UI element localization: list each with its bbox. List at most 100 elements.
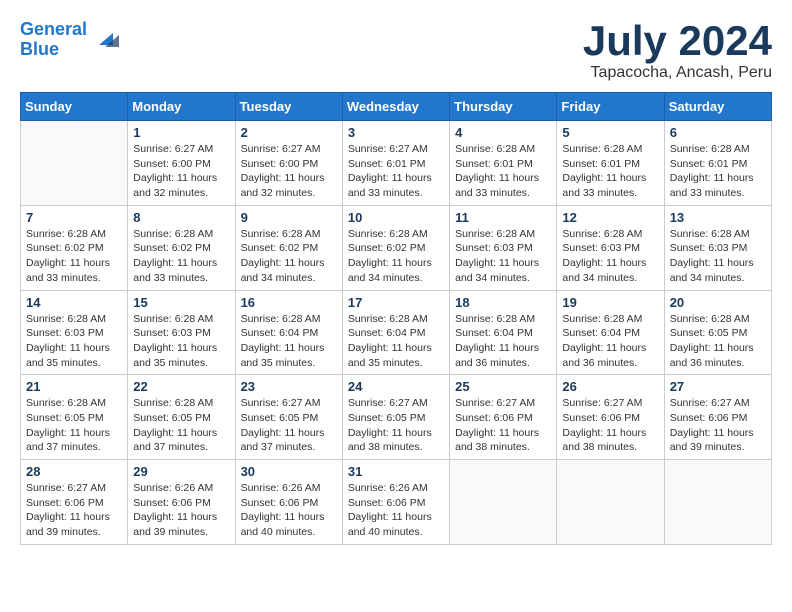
day-info: Sunrise: 6:27 AM Sunset: 6:05 PM Dayligh…: [241, 396, 337, 455]
location-subtitle: Tapacocha, Ancash, Peru: [583, 64, 772, 82]
logo: GeneralBlue: [20, 20, 121, 60]
calendar-cell: [450, 460, 557, 545]
day-number: 7: [26, 210, 122, 225]
day-info: Sunrise: 6:27 AM Sunset: 6:06 PM Dayligh…: [670, 396, 766, 455]
day-number: 10: [348, 210, 444, 225]
day-info: Sunrise: 6:27 AM Sunset: 6:06 PM Dayligh…: [455, 396, 551, 455]
day-number: 28: [26, 464, 122, 479]
day-number: 16: [241, 295, 337, 310]
day-info: Sunrise: 6:28 AM Sunset: 6:03 PM Dayligh…: [133, 312, 229, 371]
calendar-cell: [21, 121, 128, 206]
day-number: 22: [133, 379, 229, 394]
day-number: 30: [241, 464, 337, 479]
day-header-sunday: Sunday: [21, 93, 128, 121]
day-number: 4: [455, 125, 551, 140]
day-header-tuesday: Tuesday: [235, 93, 342, 121]
day-number: 29: [133, 464, 229, 479]
day-info: Sunrise: 6:27 AM Sunset: 6:00 PM Dayligh…: [241, 142, 337, 201]
calendar-cell: 24Sunrise: 6:27 AM Sunset: 6:05 PM Dayli…: [342, 375, 449, 460]
calendar-cell: 11 Sunrise: 6:28 AM Sunset: 6:03 PM Dayli…: [450, 205, 557, 290]
day-number: 12: [562, 210, 658, 225]
day-info: Sunrise: 6:28 AM Sunset: 6:04 PM Dayligh…: [455, 312, 551, 371]
day-number: 5: [562, 125, 658, 140]
calendar-cell: 7 Sunrise: 6:28 AM Sunset: 6:02 PM Daylig…: [21, 205, 128, 290]
day-number: 19: [562, 295, 658, 310]
calendar-cell: 21 Sunrise: 6:28 AM Sunset: 6:05 PM Dayli…: [21, 375, 128, 460]
calendar-cell: 3Sunrise: 6:27 AM Sunset: 6:01 PM Daylig…: [342, 121, 449, 206]
calendar-cell: 5 Sunrise: 6:28 AM Sunset: 6:01 PM Daylig…: [557, 121, 664, 206]
calendar-cell: 20Sunrise: 6:28 AM Sunset: 6:05 PM Dayli…: [664, 290, 771, 375]
day-info: Sunrise: 6:28 AM Sunset: 6:04 PM Dayligh…: [348, 312, 444, 371]
day-number: 11: [455, 210, 551, 225]
day-header-wednesday: Wednesday: [342, 93, 449, 121]
day-number: 23: [241, 379, 337, 394]
calendar-cell: 30 Sunrise: 6:26 AM Sunset: 6:06 PM Dayli…: [235, 460, 342, 545]
day-number: 2: [241, 125, 337, 140]
logo-icon: [91, 25, 121, 55]
calendar-cell: 25 Sunrise: 6:27 AM Sunset: 6:06 PM Dayli…: [450, 375, 557, 460]
calendar-week-row: 28 Sunrise: 6:27 AM Sunset: 6:06 PM Dayli…: [21, 460, 772, 545]
calendar-cell: 27 Sunrise: 6:27 AM Sunset: 6:06 PM Dayli…: [664, 375, 771, 460]
calendar-cell: 8 Sunrise: 6:28 AM Sunset: 6:02 PM Daylig…: [128, 205, 235, 290]
calendar-cell: 14 Sunrise: 6:28 AM Sunset: 6:03 PM Dayli…: [21, 290, 128, 375]
day-info: Sunrise: 6:28 AM Sunset: 6:01 PM Dayligh…: [455, 142, 551, 201]
calendar-header-row: SundayMondayTuesdayWednesdayThursdayFrid…: [21, 93, 772, 121]
calendar-cell: 19 Sunrise: 6:28 AM Sunset: 6:04 PM Dayli…: [557, 290, 664, 375]
day-number: 26: [562, 379, 658, 394]
calendar-cell: 17 Sunrise: 6:28 AM Sunset: 6:04 PM Dayli…: [342, 290, 449, 375]
day-info: Sunrise: 6:26 AM Sunset: 6:06 PM Dayligh…: [133, 481, 229, 540]
calendar-week-row: 7 Sunrise: 6:28 AM Sunset: 6:02 PM Daylig…: [21, 205, 772, 290]
calendar-week-row: 1 Sunrise: 6:27 AM Sunset: 6:00 PM Daylig…: [21, 121, 772, 206]
day-info: Sunrise: 6:28 AM Sunset: 6:05 PM Dayligh…: [133, 396, 229, 455]
calendar-cell: 13Sunrise: 6:28 AM Sunset: 6:03 PM Dayli…: [664, 205, 771, 290]
day-info: Sunrise: 6:28 AM Sunset: 6:02 PM Dayligh…: [133, 227, 229, 286]
calendar-cell: 29 Sunrise: 6:26 AM Sunset: 6:06 PM Dayli…: [128, 460, 235, 545]
day-info: Sunrise: 6:28 AM Sunset: 6:03 PM Dayligh…: [455, 227, 551, 286]
day-header-saturday: Saturday: [664, 93, 771, 121]
calendar-cell: 22 Sunrise: 6:28 AM Sunset: 6:05 PM Dayli…: [128, 375, 235, 460]
day-number: 8: [133, 210, 229, 225]
calendar-table: SundayMondayTuesdayWednesdayThursdayFrid…: [20, 92, 772, 545]
day-info: Sunrise: 6:28 AM Sunset: 6:01 PM Dayligh…: [562, 142, 658, 201]
day-info: Sunrise: 6:28 AM Sunset: 6:03 PM Dayligh…: [562, 227, 658, 286]
day-number: 1: [133, 125, 229, 140]
day-info: Sunrise: 6:26 AM Sunset: 6:06 PM Dayligh…: [241, 481, 337, 540]
day-header-thursday: Thursday: [450, 93, 557, 121]
calendar-cell: 2 Sunrise: 6:27 AM Sunset: 6:00 PM Daylig…: [235, 121, 342, 206]
day-info: Sunrise: 6:28 AM Sunset: 6:01 PM Dayligh…: [670, 142, 766, 201]
day-info: Sunrise: 6:26 AM Sunset: 6:06 PM Dayligh…: [348, 481, 444, 540]
page-header: GeneralBlue July 2024 Tapacocha, Ancash,…: [20, 20, 772, 82]
day-info: Sunrise: 6:28 AM Sunset: 6:03 PM Dayligh…: [26, 312, 122, 371]
day-info: Sunrise: 6:28 AM Sunset: 6:05 PM Dayligh…: [670, 312, 766, 371]
calendar-cell: 16Sunrise: 6:28 AM Sunset: 6:04 PM Dayli…: [235, 290, 342, 375]
day-info: Sunrise: 6:28 AM Sunset: 6:04 PM Dayligh…: [562, 312, 658, 371]
day-info: Sunrise: 6:27 AM Sunset: 6:06 PM Dayligh…: [562, 396, 658, 455]
day-info: Sunrise: 6:27 AM Sunset: 6:05 PM Dayligh…: [348, 396, 444, 455]
calendar-cell: 12 Sunrise: 6:28 AM Sunset: 6:03 PM Dayli…: [557, 205, 664, 290]
calendar-cell: 10Sunrise: 6:28 AM Sunset: 6:02 PM Dayli…: [342, 205, 449, 290]
day-number: 14: [26, 295, 122, 310]
calendar-week-row: 21 Sunrise: 6:28 AM Sunset: 6:05 PM Dayli…: [21, 375, 772, 460]
day-number: 3: [348, 125, 444, 140]
day-info: Sunrise: 6:28 AM Sunset: 6:02 PM Dayligh…: [26, 227, 122, 286]
day-number: 13: [670, 210, 766, 225]
calendar-cell: [557, 460, 664, 545]
day-info: Sunrise: 6:28 AM Sunset: 6:02 PM Dayligh…: [241, 227, 337, 286]
day-number: 25: [455, 379, 551, 394]
day-info: Sunrise: 6:27 AM Sunset: 6:06 PM Dayligh…: [26, 481, 122, 540]
calendar-cell: 18 Sunrise: 6:28 AM Sunset: 6:04 PM Dayli…: [450, 290, 557, 375]
day-info: Sunrise: 6:27 AM Sunset: 6:00 PM Dayligh…: [133, 142, 229, 201]
day-number: 17: [348, 295, 444, 310]
month-year-title: July 2024: [583, 20, 772, 62]
day-number: 27: [670, 379, 766, 394]
day-number: 18: [455, 295, 551, 310]
day-number: 21: [26, 379, 122, 394]
calendar-cell: 15 Sunrise: 6:28 AM Sunset: 6:03 PM Dayli…: [128, 290, 235, 375]
calendar-cell: 6Sunrise: 6:28 AM Sunset: 6:01 PM Daylig…: [664, 121, 771, 206]
calendar-cell: 28 Sunrise: 6:27 AM Sunset: 6:06 PM Dayli…: [21, 460, 128, 545]
day-number: 15: [133, 295, 229, 310]
calendar-week-row: 14 Sunrise: 6:28 AM Sunset: 6:03 PM Dayli…: [21, 290, 772, 375]
calendar-cell: [664, 460, 771, 545]
calendar-body: 1 Sunrise: 6:27 AM Sunset: 6:00 PM Daylig…: [21, 121, 772, 545]
day-info: Sunrise: 6:28 AM Sunset: 6:05 PM Dayligh…: [26, 396, 122, 455]
